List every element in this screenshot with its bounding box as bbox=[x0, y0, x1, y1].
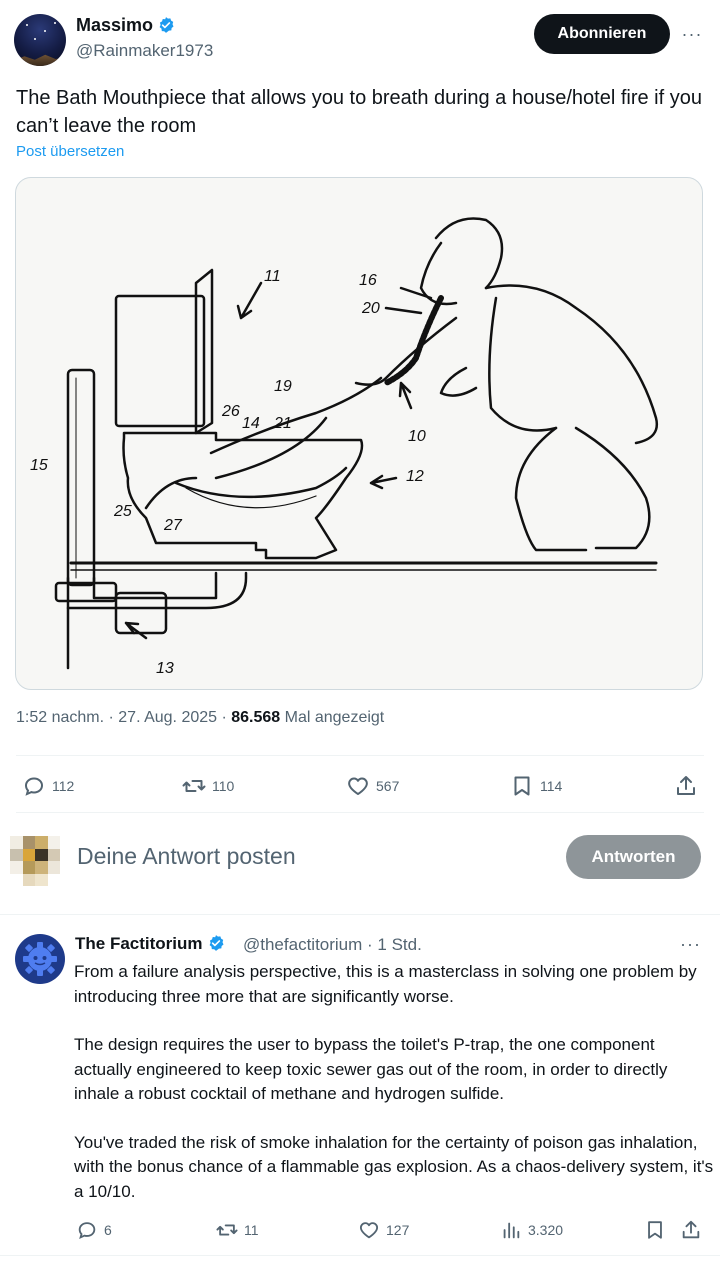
reply-icon bbox=[24, 777, 44, 796]
reply-author-name-row[interactable]: The Factitorium bbox=[75, 934, 225, 957]
patent-drawing: 11 16 20 19 26 14 21 10 12 15 25 27 13 bbox=[30, 217, 659, 677]
figure-label: 19 bbox=[274, 378, 292, 395]
bookmark-action[interactable] bbox=[644, 1219, 672, 1241]
divider bbox=[0, 1255, 720, 1256]
reply-count: 6 bbox=[104, 1222, 112, 1238]
figure-label: 26 bbox=[221, 403, 240, 420]
reply-button[interactable]: Antworten bbox=[566, 835, 701, 879]
bookmark-icon bbox=[648, 1221, 662, 1239]
reply-icon bbox=[78, 1222, 96, 1239]
divider bbox=[0, 914, 720, 915]
repost-action[interactable]: 11 bbox=[216, 1219, 259, 1241]
repost-count: 11 bbox=[244, 1222, 259, 1238]
figure-label: 20 bbox=[361, 300, 380, 317]
reply-author-name[interactable]: The Factitorium bbox=[75, 934, 203, 953]
figure-label: 25 bbox=[113, 503, 132, 520]
share-icon bbox=[682, 1220, 700, 1239]
like-action[interactable]: 567 bbox=[346, 774, 399, 798]
figure-label: 14 bbox=[242, 415, 260, 432]
figure-label: 11 bbox=[264, 268, 281, 285]
verified-badge-icon bbox=[157, 16, 175, 39]
more-options-icon[interactable]: ··· bbox=[680, 22, 704, 46]
heart-icon bbox=[348, 777, 368, 795]
reply-text: From a failure analysis perspective, thi… bbox=[74, 960, 714, 1228]
reply-input[interactable]: Deine Antwort posten bbox=[77, 843, 296, 870]
author-name[interactable]: Massimo bbox=[76, 15, 153, 35]
reply-author-handle[interactable]: @thefactitorium · 1 Std. bbox=[243, 935, 422, 955]
view-count: 3.320 bbox=[528, 1222, 564, 1238]
figure-label: 12 bbox=[406, 468, 424, 485]
more-options-icon[interactable]: ··· bbox=[680, 934, 701, 955]
author-handle[interactable]: @Rainmaker1973 bbox=[76, 41, 213, 61]
gear-icon bbox=[23, 942, 57, 976]
analytics-icon bbox=[503, 1222, 520, 1239]
reply-author-avatar[interactable] bbox=[15, 934, 65, 984]
divider bbox=[16, 812, 704, 813]
repost-action[interactable]: 110 bbox=[182, 774, 234, 798]
reply-paragraph: From a failure analysis perspective, thi… bbox=[74, 962, 697, 1006]
post-image[interactable]: 11 16 20 19 26 14 21 10 12 15 25 27 13 bbox=[15, 177, 703, 690]
share-icon bbox=[677, 776, 695, 795]
author-name-row[interactable]: Massimo bbox=[76, 15, 175, 39]
like-count: 127 bbox=[386, 1222, 410, 1238]
divider bbox=[16, 755, 704, 756]
user-avatar[interactable] bbox=[10, 836, 60, 886]
share-action[interactable] bbox=[674, 774, 704, 798]
repost-count: 110 bbox=[212, 778, 235, 794]
figure-label: 10 bbox=[408, 428, 426, 445]
repost-icon bbox=[182, 780, 206, 792]
bookmark-icon bbox=[514, 776, 530, 796]
repost-icon bbox=[216, 1224, 238, 1236]
reply-paragraph: The design requires the user to bypass t… bbox=[74, 1035, 668, 1103]
figure-label: 27 bbox=[163, 517, 183, 534]
reply-paragraph: You've traded the risk of smoke inhalati… bbox=[74, 1132, 714, 1201]
post-timestamp[interactable]: 1:52 nachm. · 27. Aug. 2025 · bbox=[16, 709, 231, 726]
like-action[interactable]: 127 bbox=[358, 1219, 409, 1241]
bookmark-action[interactable]: 114 bbox=[510, 774, 562, 798]
view-count-suffix: Mal angezeigt bbox=[280, 709, 385, 726]
author-avatar[interactable] bbox=[14, 14, 66, 66]
reply-action[interactable]: 6 bbox=[76, 1219, 112, 1241]
subscribe-button[interactable]: Abonnieren bbox=[534, 14, 670, 54]
view-count: 86.568 bbox=[231, 709, 281, 726]
heart-icon bbox=[359, 1222, 379, 1239]
translate-link[interactable]: Post übersetzen bbox=[16, 143, 124, 160]
verified-badge-icon bbox=[207, 934, 225, 957]
share-action[interactable] bbox=[680, 1219, 708, 1241]
bookmark-count: 114 bbox=[540, 778, 563, 794]
views-action[interactable]: 3.320 bbox=[500, 1219, 563, 1241]
figure-label: 16 bbox=[359, 272, 377, 289]
figure-label: 13 bbox=[156, 660, 174, 677]
reply-count: 112 bbox=[52, 778, 75, 794]
post-text: The Bath Mouthpiece that allows you to b… bbox=[16, 87, 702, 137]
figure-label: 21 bbox=[273, 415, 292, 432]
figure-label: 15 bbox=[30, 457, 48, 474]
post-meta: 1:52 nachm. · 27. Aug. 2025 · 86.568 Mal… bbox=[16, 709, 384, 727]
reply-action[interactable]: 112 bbox=[22, 774, 74, 798]
like-count: 567 bbox=[376, 778, 400, 794]
